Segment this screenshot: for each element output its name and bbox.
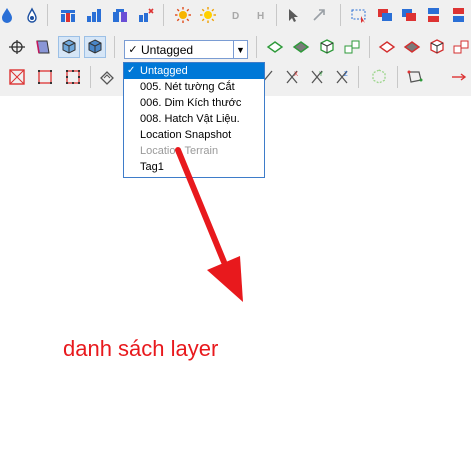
droplet-icon[interactable] (0, 4, 18, 26)
bar-chart-icon[interactable] (135, 4, 157, 26)
cube-icon[interactable] (84, 36, 106, 58)
diamond-icon[interactable] (401, 36, 423, 58)
layer-option-label: 006. Dim Kích thước (140, 97, 242, 109)
resize-arrow-icon[interactable] (308, 4, 330, 26)
grid-icon[interactable] (34, 66, 56, 88)
layer-option-008[interactable]: 008. Hatch Vật Liệu. (124, 111, 264, 127)
layer-option-tag1[interactable]: Tag1 (124, 159, 264, 175)
cube-icon[interactable] (58, 36, 80, 58)
svg-text:H: H (257, 11, 264, 22)
layer-option-location-snapshot[interactable]: Location Snapshot (124, 127, 264, 143)
layer-option-label: Location Terrain (140, 145, 219, 157)
box-icon[interactable] (32, 36, 54, 58)
grid-dots-icon[interactable] (62, 66, 84, 88)
layer-option-label: Untagged (140, 65, 188, 77)
stack-icon[interactable] (423, 4, 445, 26)
sun-icon[interactable] (172, 4, 194, 26)
axes-icon[interactable] (6, 36, 28, 58)
x-icon[interactable]: Y (306, 66, 328, 88)
cube-outline-icon[interactable] (316, 36, 338, 58)
layer-option-label: Tag1 (140, 161, 164, 173)
diamond-icon[interactable] (264, 36, 286, 58)
toolbar-row-1: D H (0, 4, 471, 34)
layer-combobox[interactable]: ✓ Untagged ▼ (124, 40, 248, 59)
cubes-icon[interactable] (450, 36, 471, 58)
h-icon[interactable]: H (250, 4, 272, 26)
layer-option-006[interactable]: 006. Dim Kích thước (124, 95, 264, 111)
paint-bucket-icon[interactable] (21, 4, 43, 26)
cube-dashed-icon[interactable] (368, 66, 390, 88)
shape-icon[interactable] (404, 66, 426, 88)
sun-icon[interactable] (197, 4, 219, 26)
select-box-icon[interactable] (348, 4, 370, 26)
diamond-icon[interactable] (376, 36, 398, 58)
arrow-icon[interactable] (448, 66, 470, 88)
rect-cross-icon[interactable] (6, 66, 28, 88)
eraser-icon[interactable] (96, 66, 118, 88)
diamond-icon[interactable] (290, 36, 312, 58)
x-icon[interactable]: X (281, 66, 303, 88)
bar-chart-icon[interactable] (83, 4, 105, 26)
bar-chart-icon[interactable] (57, 4, 79, 26)
layer-option-untagged[interactable]: ✓ Untagged (124, 63, 264, 79)
layer-option-label: 008. Hatch Vật Liệu. (140, 113, 240, 125)
stack-icon[interactable] (448, 4, 470, 26)
layer-option-label: Location Snapshot (140, 129, 232, 141)
cursor-icon[interactable] (282, 4, 304, 26)
svg-text:X: X (294, 72, 298, 78)
annotation-label: danh sách layer (63, 336, 219, 361)
cubes-icon[interactable] (341, 36, 363, 58)
layers-icon[interactable] (374, 4, 396, 26)
chevron-down-icon[interactable]: ▼ (233, 41, 247, 58)
layer-option-005[interactable]: 005. Nét tường Cắt (124, 79, 264, 95)
svg-text:Y: Y (319, 72, 323, 78)
bar-chart-icon[interactable] (109, 4, 131, 26)
check-icon: ✓ (127, 65, 136, 76)
cube-icon[interactable] (426, 36, 448, 58)
x-icon[interactable]: Z (331, 66, 353, 88)
layer-combobox-value: Untagged (141, 42, 194, 57)
svg-text:Z: Z (344, 72, 348, 78)
check-icon: ✓ (128, 44, 138, 56)
d-icon[interactable]: D (225, 4, 247, 26)
layer-option-label: 005. Nét tường Cắt (140, 81, 235, 93)
layer-option-location-terrain: Location Terrain (124, 143, 264, 159)
layer-dropdown-list: ✓ Untagged 005. Nét tường Cắt 006. Dim K… (123, 62, 265, 178)
layers-icon[interactable] (398, 4, 420, 26)
svg-text:D: D (232, 11, 239, 22)
